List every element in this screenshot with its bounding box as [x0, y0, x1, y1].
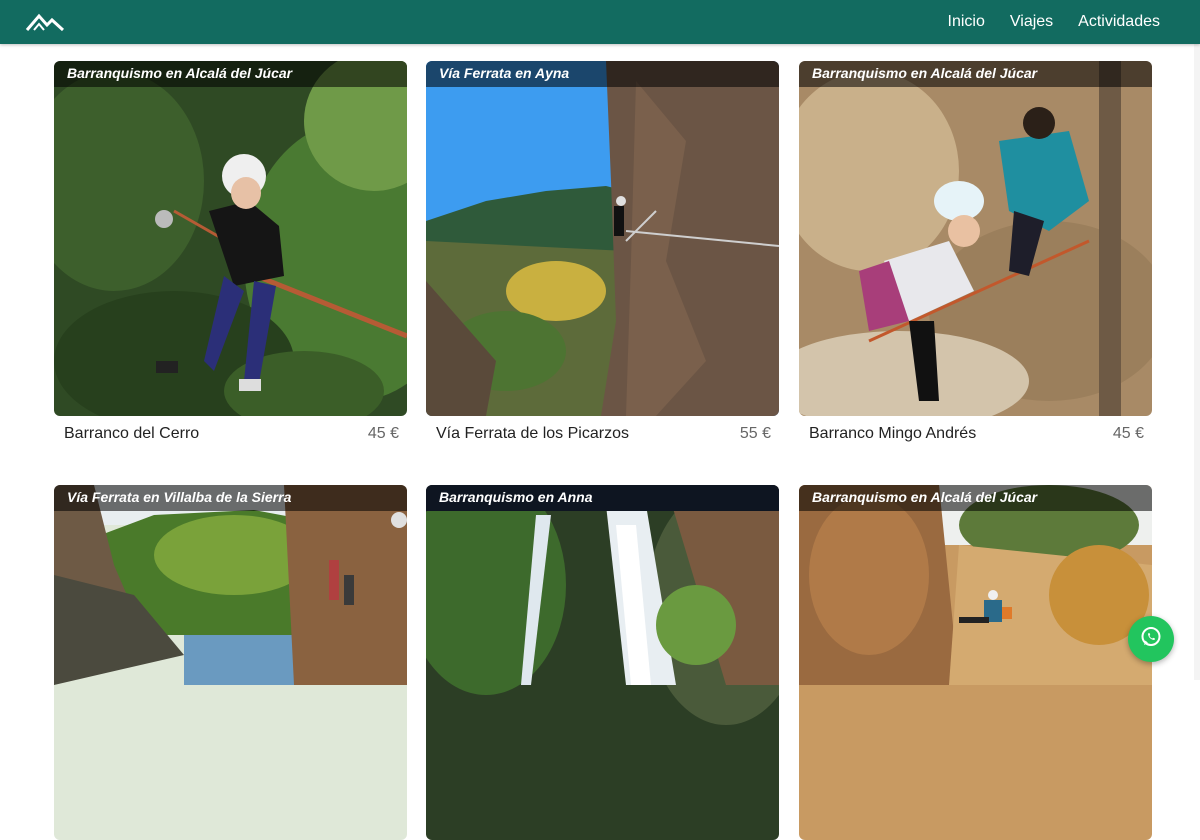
mountain-logo-icon[interactable] [25, 12, 65, 32]
nav-inicio[interactable]: Inicio [948, 13, 985, 31]
card-photo[interactable]: Barranquismo en Alcalá del Júcar [54, 61, 407, 416]
activity-grid: Barranquismo en Alcalá del Júcar Barranc… [0, 0, 1200, 840]
main-nav: Inicio Viajes Actividades [948, 0, 1160, 44]
card-title[interactable]: Barranco Mingo Andrés [809, 425, 976, 443]
card-category-badge: Barranquismo en Alcalá del Júcar [799, 61, 1152, 87]
card-photo[interactable]: Barranquismo en Alcalá del Júcar [799, 61, 1152, 416]
card-photo[interactable]: Vía Ferrata en Ayna [426, 61, 779, 416]
whatsapp-icon [1139, 625, 1163, 654]
whatsapp-button[interactable] [1128, 616, 1174, 662]
card-category-badge: Barranquismo en Alcalá del Júcar [799, 485, 1152, 511]
card-price: 45 € [367, 425, 399, 442]
nav-actividades[interactable]: Actividades [1078, 13, 1160, 31]
card-title[interactable]: Vía Ferrata de los Picarzos [436, 425, 629, 443]
card-category-badge: Vía Ferrata en Villalba de la Sierra [54, 485, 407, 511]
card-photo[interactable]: Barranquismo en Anna [426, 485, 779, 840]
card-category-badge: Vía Ferrata en Ayna [426, 61, 779, 87]
card-photo[interactable]: Barranquismo en Alcalá del Júcar [799, 485, 1152, 840]
card-category-badge: Barranquismo en Anna [426, 485, 779, 511]
card-title[interactable]: Barranco del Cerro [64, 425, 199, 443]
card-price: 55 € [739, 425, 771, 442]
nav-viajes[interactable]: Viajes [1010, 13, 1053, 31]
scrollbar-track[interactable] [1194, 44, 1200, 680]
card-category-badge: Barranquismo en Alcalá del Júcar [54, 61, 407, 87]
card-price: 45 € [1112, 425, 1144, 442]
top-navbar: Inicio Viajes Actividades [0, 0, 1200, 44]
card-photo[interactable]: Vía Ferrata en Villalba de la Sierra [54, 485, 407, 840]
